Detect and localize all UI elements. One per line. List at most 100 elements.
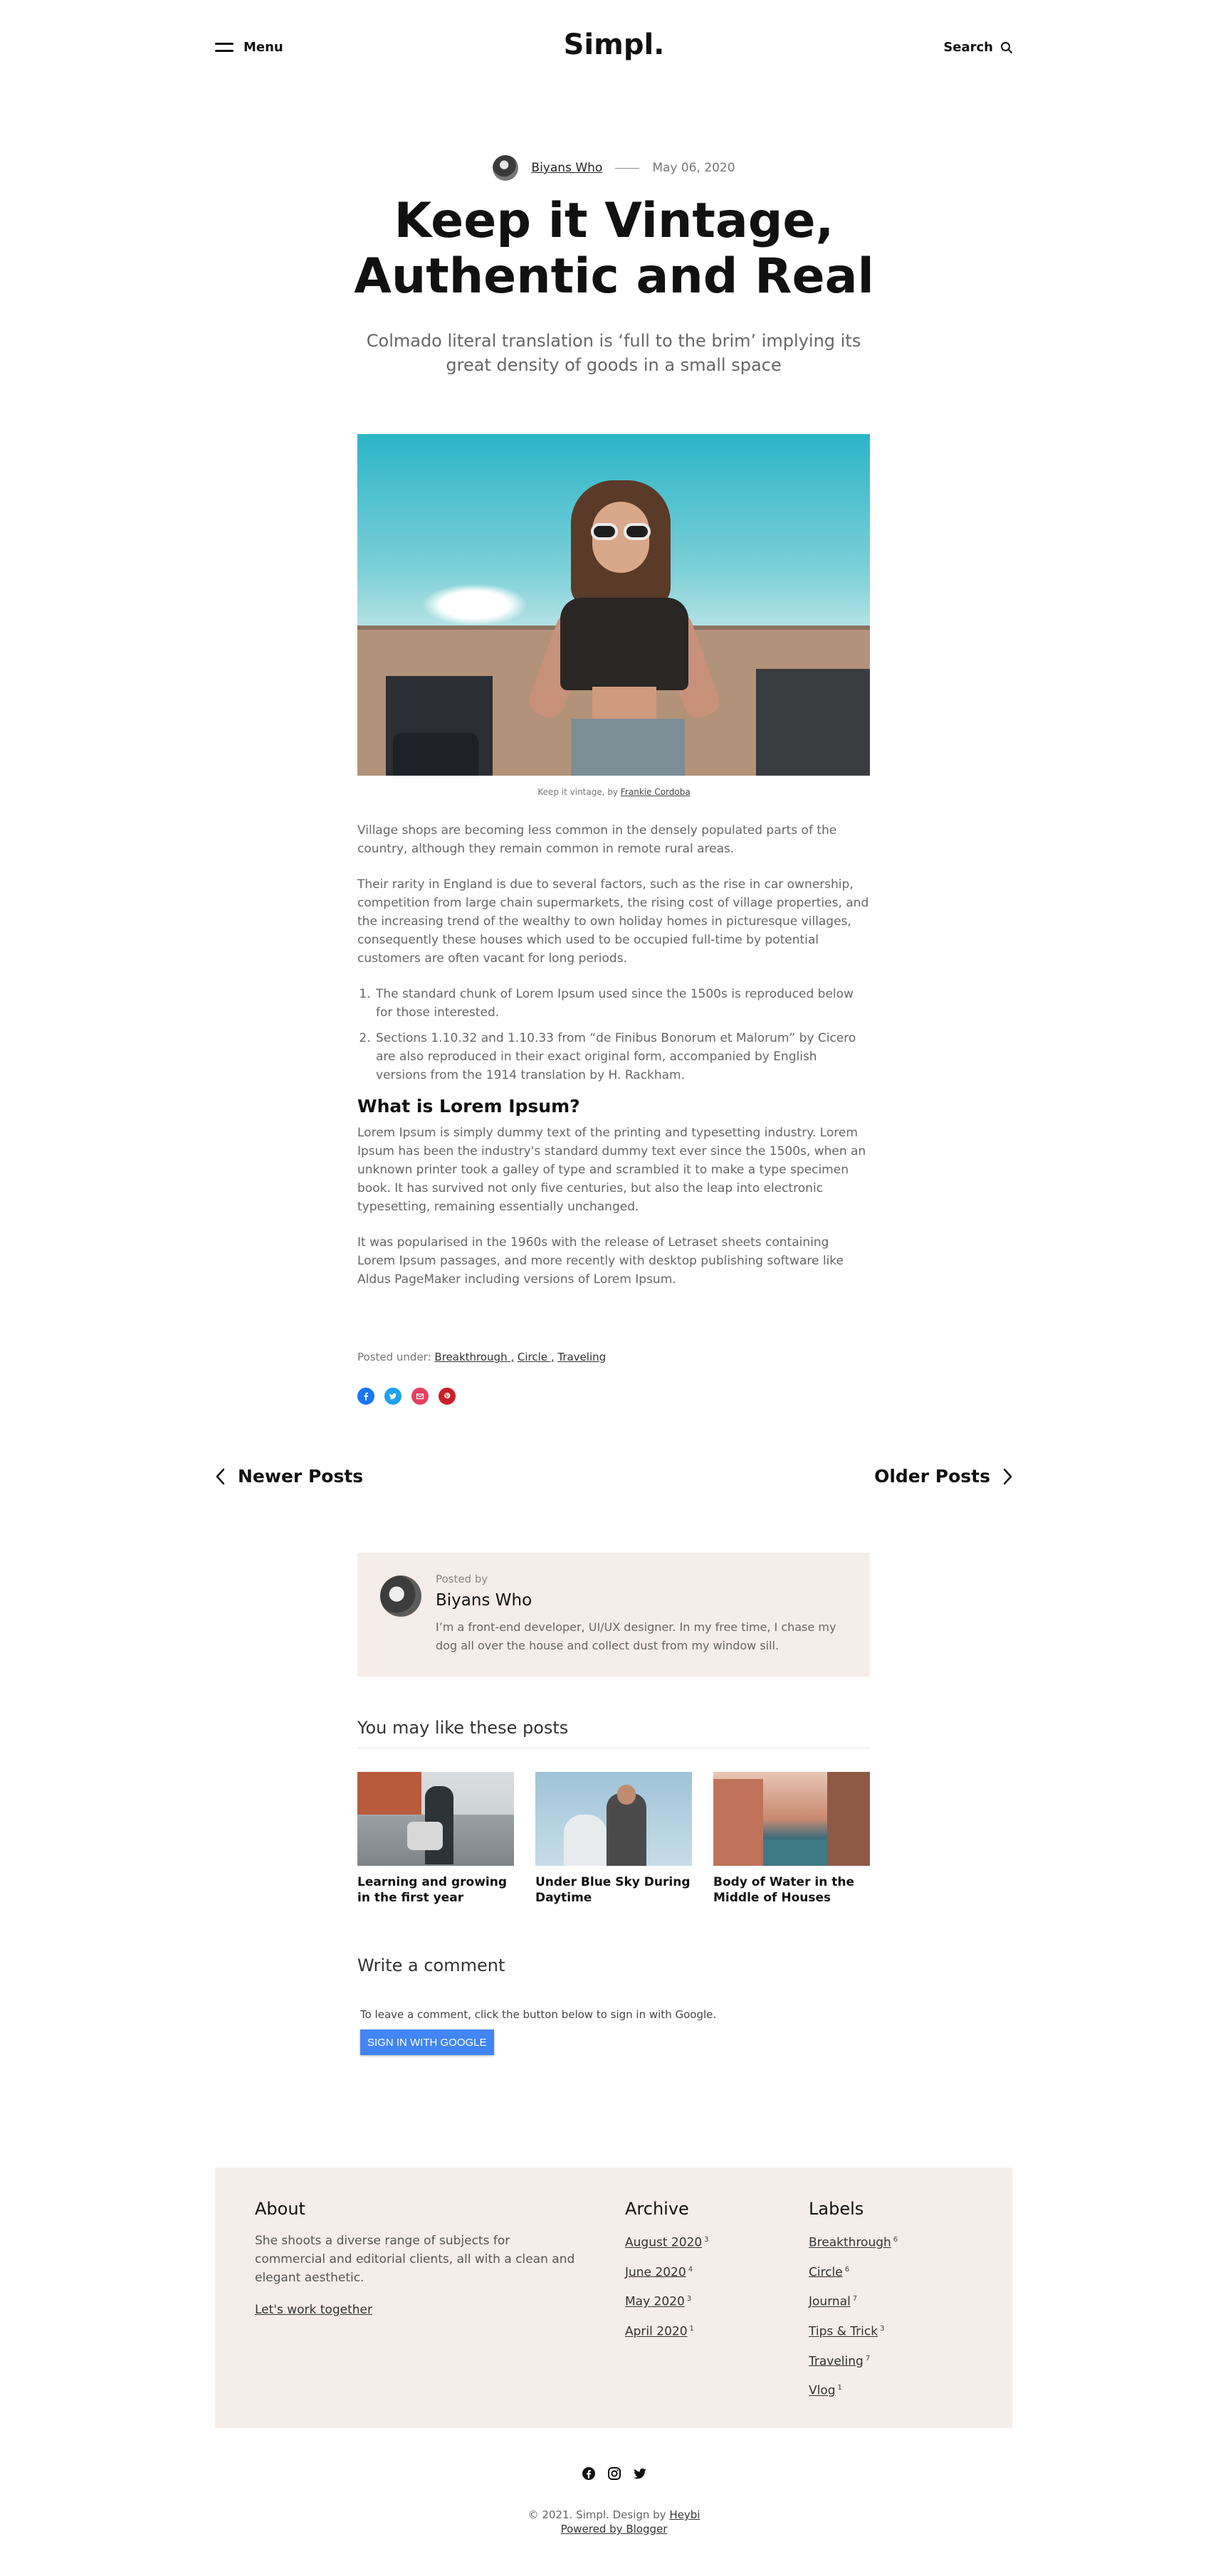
label-count: 7 [852,2295,858,2303]
footer-labels-title: Labels [809,2199,864,2219]
label-link[interactable]: Tips & Trick [809,2325,878,2339]
label-count: 6 [844,2265,850,2274]
article-paragraph: Lorem Ipsum is simply dummy text of the … [357,1126,866,1214]
author-box-avatar[interactable] [380,1575,421,1617]
posted-under: Posted under: Breakthrough , Circle , Tr… [357,1351,606,1363]
archive-count: 3 [704,2236,709,2244]
author-box-bio: I’m a front-end developer, UI/UX designe… [436,1620,836,1652]
footer-about-title: About [255,2199,305,2219]
related-post-title[interactable]: Body of Water in the Middle of Houses [713,1874,870,1906]
footer-about-text: She shoots a diverse range of subjects f… [255,2234,575,2285]
related-post-title[interactable]: Learning and growing in the first year [357,1874,514,1906]
meta-divider [615,167,640,169]
instagram-icon[interactable] [607,2466,621,2481]
twitter-icon[interactable] [384,1388,402,1405]
image-caption: Keep it vintage, by Frankie Cordoba [0,787,1228,797]
label-item: Vlog 1 [809,2380,898,2400]
related-post-title[interactable]: Under Blue Sky During Daytime [535,1874,692,1906]
label-link[interactable]: Traveling [809,2354,864,2368]
older-posts-label: Older Posts [874,1466,990,1487]
tag-link-traveling[interactable]: Traveling [557,1351,606,1363]
copyright-text: © 2021. Simpl. Design by [528,2508,670,2521]
related-post-thumbnail[interactable] [713,1772,870,1866]
facebook-icon[interactable] [357,1388,374,1405]
archive-link[interactable]: August 2020 [625,2236,702,2250]
label-link[interactable]: Journal [809,2295,851,2309]
powered-by-link[interactable]: Powered by Blogger [561,2523,668,2535]
related-posts-title: You may like these posts [357,1718,569,1738]
label-item: Circle 6 [809,2261,898,2281]
copyright: © 2021. Simpl. Design by Heybi Powered b… [0,2508,1228,2536]
list-item: The standard chunk of Lorem Ipsum used s… [374,985,870,1022]
related-post-thumbnail[interactable] [357,1772,514,1866]
share-buttons [357,1388,456,1405]
search-button[interactable]: Search [943,40,1013,55]
archive-link[interactable]: June 2020 [625,2265,686,2279]
tag-link-circle[interactable]: Circle , [518,1351,555,1363]
label-count: 3 [880,2324,885,2333]
site-logo[interactable]: Simpl. [0,28,1228,61]
archive-list: August 2020 3 June 2020 4 May 2020 3 April … [625,2232,709,2340]
related-post-card[interactable]: Body of Water in the Middle of Houses [713,1772,870,1906]
caption-text: Keep it vintage, by [537,787,621,797]
tag-link-breakthrough[interactable]: Breakthrough , [434,1351,514,1363]
archive-link[interactable]: May 2020 [625,2295,685,2309]
work-together-link[interactable]: Let's work together [255,2303,372,2317]
archive-link[interactable]: April 2020 [625,2325,688,2339]
label-item: Breakthrough 6 [809,2232,898,2252]
label-link[interactable]: Circle [809,2265,843,2279]
newer-posts-label: Newer Posts [238,1466,364,1487]
label-item: Journal 7 [809,2291,898,2311]
post-title-line-1: Keep it Vintage, [394,193,834,249]
post-title-line-2: Authentic and Real [354,248,874,305]
label-link[interactable]: Vlog [809,2384,836,2398]
facebook-icon[interactable] [582,2466,596,2481]
related-post-card[interactable]: Under Blue Sky During Daytime [535,1772,692,1906]
archive-count: 1 [689,2324,694,2333]
pinterest-icon[interactable] [439,1388,456,1405]
label-item: Tips & Trick 3 [809,2321,898,2340]
post-meta: Biyans Who May 06, 2020 [0,155,1228,181]
search-label: Search [943,40,993,55]
post-subtitle: Colmado literal translation is ‘full to … [366,331,861,375]
email-icon[interactable] [411,1388,429,1405]
designer-link[interactable]: Heybi [669,2508,700,2521]
posted-under-label: Posted under: [357,1351,435,1363]
label-count: 1 [837,2384,842,2392]
archive-item: May 2020 3 [625,2291,709,2311]
post-title: Keep it Vintage, Authentic and Real [0,194,1228,305]
labels-list: Breakthrough 6 Circle 6 Journal 7 Tips & Tr… [809,2232,898,2400]
comment-note: To leave a comment, click the button bel… [360,2008,717,2021]
article-body: Village shops are becoming less common i… [357,821,870,1306]
archive-item: April 2020 1 [625,2321,709,2340]
older-posts-link[interactable]: Older Posts [874,1466,1013,1487]
search-icon [1001,41,1012,53]
label-item: Traveling 7 [809,2350,898,2370]
archive-item: August 2020 3 [625,2232,709,2252]
footer-about: About She shoots a diverse range of subj… [255,2199,575,2317]
author-avatar[interactable] [493,155,519,181]
related-post-card[interactable]: Learning and growing in the first year [357,1772,514,1906]
author-link[interactable]: Biyans Who [531,161,602,175]
archive-count: 3 [686,2295,692,2303]
footer-widgets: About She shoots a diverse range of subj… [215,2168,1012,2428]
caption-credit-link[interactable]: Frankie Cordoba [621,787,691,797]
article-heading: What is Lorem Ipsum? [357,1096,580,1117]
author-box-name[interactable]: Biyans Who [436,1591,532,1610]
twitter-icon[interactable] [633,2466,647,2481]
posted-by-label: Posted by [436,1573,488,1585]
newer-posts-link[interactable]: Newer Posts [215,1466,363,1487]
archive-count: 4 [688,2265,693,2274]
article-paragraph: Their rarity in England is due to severa… [357,877,869,966]
related-post-thumbnail[interactable] [535,1772,692,1866]
footer-archive: Archive August 2020 3 June 2020 4 May 2020… [625,2199,709,2350]
sign-in-google-button[interactable]: SIGN IN WITH GOOGLE [360,2029,494,2055]
footer-archive-title: Archive [625,2199,689,2219]
article-paragraph: Village shops are becoming less common i… [357,823,837,856]
label-count: 6 [893,2236,898,2244]
chevron-left-icon [216,1468,225,1484]
article-list: The standard chunk of Lorem Ipsum used s… [374,985,870,1084]
article-paragraph: It was popularised in the 1960s with the… [357,1235,844,1287]
list-item: Sections 1.10.32 and 1.10.33 from “de Fi… [374,1029,870,1084]
label-link[interactable]: Breakthrough [809,2236,891,2250]
